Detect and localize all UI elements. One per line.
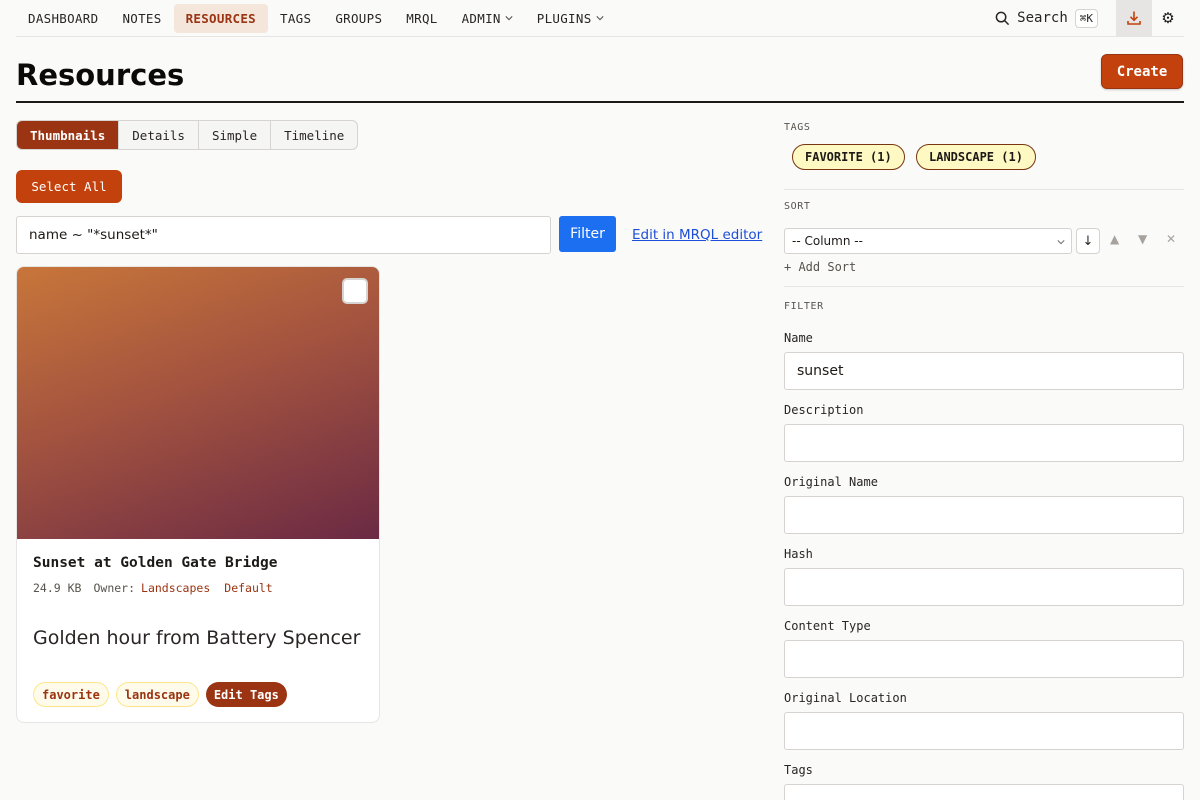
view-mode-tabs: Thumbnails Details Simple Timeline — [16, 120, 359, 150]
nav-mrql[interactable]: MRQL — [394, 4, 449, 33]
owner-label: Owner: — [93, 581, 136, 595]
resource-tags: favorite landscape Edit Tags — [33, 682, 287, 707]
nav-resources[interactable]: RESOURCES — [173, 3, 269, 33]
nav-admin[interactable]: ADMIN — [450, 4, 525, 33]
edit-mrql-link[interactable]: Edit in MRQL editor — [632, 227, 762, 243]
nav-label: RESOURCES — [185, 10, 257, 26]
gear-icon: ⚙ — [1161, 9, 1175, 27]
filter-name-input[interactable]: sunset — [784, 352, 1184, 390]
filter-description-input[interactable] — [784, 424, 1184, 462]
filter-original-name-input[interactable] — [784, 496, 1184, 534]
nav-groups[interactable]: GROUPS — [323, 4, 394, 33]
add-sort-button[interactable]: + Add Sort — [784, 260, 856, 274]
filter-original-location-input[interactable] — [784, 712, 1184, 750]
filter-button[interactable]: Filter — [559, 216, 616, 252]
filter-description-label: Description — [784, 403, 864, 417]
nav-label: NOTES — [122, 10, 162, 26]
remove-sort-icon[interactable]: ✕ — [1166, 232, 1176, 246]
filter-content-type-input[interactable] — [784, 640, 1184, 678]
sort-column-select[interactable]: -- Column -- — [784, 228, 1072, 254]
filter-tags-input[interactable] — [784, 784, 1184, 800]
top-nav: DASHBOARD NOTES RESOURCES TAGS GROUPS MR… — [16, 0, 1184, 37]
nav-right: Search ⌘K ⚙ — [987, 0, 1184, 37]
resource-description: Golden hour from Battery Spencer — [33, 627, 361, 649]
tab-timeline[interactable]: Timeline — [271, 121, 357, 149]
divider — [784, 286, 1184, 287]
edit-tags-button[interactable]: Edit Tags — [205, 682, 287, 707]
sort-heading: SORT — [784, 201, 811, 212]
search-icon — [995, 11, 1010, 25]
search-button[interactable]: Search ⌘K — [987, 3, 1106, 33]
nav-label: MRQL — [406, 10, 438, 26]
filter-original-location-label: Original Location — [784, 691, 907, 705]
download-button[interactable] — [1116, 0, 1152, 37]
filter-tags-label: Tags — [784, 763, 813, 777]
resource-meta: 24.9 KB Owner: Landscapes Default — [33, 581, 273, 595]
tab-simple[interactable]: Simple — [199, 121, 272, 149]
filter-hash-label: Hash — [784, 547, 813, 561]
query-input[interactable]: name ~ "*sunset*" — [16, 216, 551, 254]
sidebar-tag-favorite[interactable]: FAVORITE (1) — [792, 144, 905, 170]
nav-dashboard[interactable]: DASHBOARD — [16, 4, 110, 33]
nav-tags[interactable]: TAGS — [268, 4, 323, 33]
tags-heading: TAGS — [784, 122, 811, 133]
filter-hash-input[interactable] — [784, 568, 1184, 606]
create-button[interactable]: Create — [1101, 54, 1183, 89]
tag-landscape[interactable]: landscape — [115, 682, 199, 707]
tag-favorite[interactable]: favorite — [33, 682, 109, 707]
title-divider — [16, 101, 1184, 103]
nav-plugins[interactable]: PLUGINS — [525, 4, 616, 33]
settings-button[interactable]: ⚙ — [1152, 0, 1184, 37]
nav-label: PLUGINS — [536, 10, 592, 26]
move-up-icon[interactable]: ▲ — [1110, 232, 1119, 246]
tab-thumbnails[interactable]: Thumbnails — [17, 121, 120, 149]
resource-card[interactable]: Sunset at Golden Gate Bridge 24.9 KB Own… — [16, 266, 380, 723]
tab-details[interactable]: Details — [119, 121, 199, 149]
resource-title[interactable]: Sunset at Golden Gate Bridge — [33, 555, 277, 571]
sidebar-tag-landscape[interactable]: LANDSCAPE (1) — [916, 144, 1036, 170]
download-icon — [1127, 11, 1141, 25]
search-label: Search — [1017, 10, 1068, 26]
chevron-down-icon — [595, 16, 604, 21]
nav-notes[interactable]: NOTES — [110, 4, 173, 33]
nav-label: DASHBOARD — [28, 10, 99, 26]
category-link[interactable]: Default — [224, 581, 272, 595]
nav-label: ADMIN — [461, 10, 501, 26]
select-all-button[interactable]: Select All — [16, 170, 122, 203]
filter-content-type-label: Content Type — [784, 619, 871, 633]
nav-label: TAGS — [280, 10, 312, 26]
filter-heading: FILTER — [784, 301, 824, 312]
search-shortcut: ⌘K — [1074, 8, 1098, 28]
page-title: Resources — [16, 58, 185, 92]
divider — [784, 189, 1184, 190]
owner-link[interactable]: Landscapes — [141, 581, 210, 595]
filter-original-name-label: Original Name — [784, 475, 878, 489]
filter-name-label: Name — [784, 331, 813, 345]
select-checkbox[interactable] — [342, 278, 368, 304]
file-size: 24.9 KB — [33, 581, 82, 595]
nav-label: GROUPS — [335, 10, 383, 26]
chevron-down-icon — [1057, 240, 1065, 245]
resource-thumbnail[interactable] — [17, 267, 379, 539]
move-down-icon[interactable]: ▼ — [1138, 232, 1147, 246]
chevron-down-icon — [505, 16, 513, 21]
sort-column-value: -- Column -- — [792, 234, 863, 248]
sort-direction-button[interactable]: ↓ — [1076, 228, 1100, 254]
